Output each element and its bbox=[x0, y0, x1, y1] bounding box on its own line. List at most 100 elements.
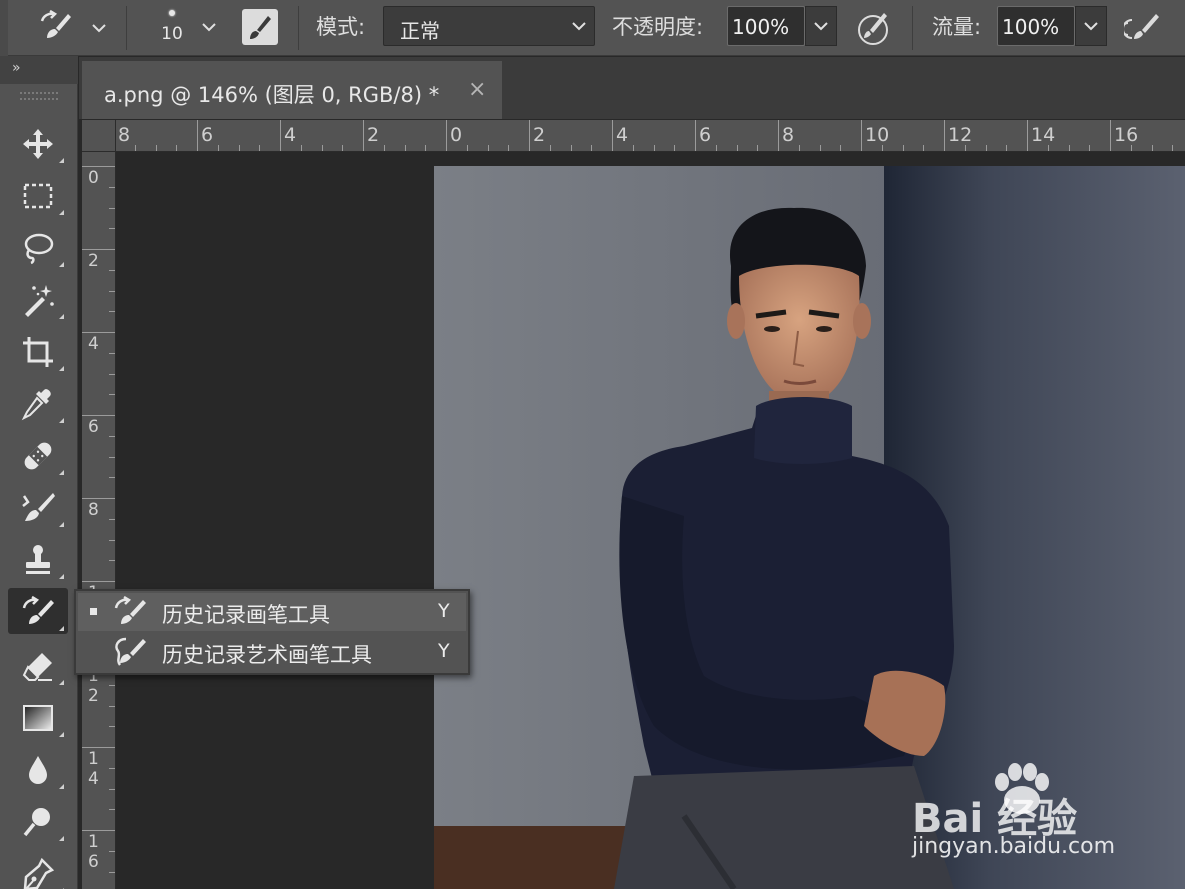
tools-panel-grip[interactable] bbox=[20, 92, 58, 100]
ruler-major-tick bbox=[82, 166, 115, 167]
ruler-minor-tick bbox=[425, 145, 427, 151]
opacity-value: 100% bbox=[732, 15, 790, 39]
submenu-indicator bbox=[59, 784, 64, 789]
submenu-indicator bbox=[59, 732, 64, 737]
pressure-opacity-button[interactable] bbox=[854, 8, 894, 48]
document-title: a.png @ 146% (图层 0, RGB/8) * bbox=[104, 83, 440, 107]
ruler-major-tick bbox=[82, 332, 115, 333]
flyout-item-art-history-brush[interactable]: 历史记录艺术画笔工具 Y bbox=[78, 633, 466, 671]
ruler-label: 1 4 bbox=[88, 749, 99, 789]
ruler-label: 6 bbox=[699, 124, 712, 146]
pen-tool[interactable] bbox=[8, 850, 68, 889]
flow-input[interactable]: 100% bbox=[997, 6, 1075, 46]
flyout-item-shortcut: Y bbox=[438, 600, 450, 622]
ruler-minor-tick bbox=[1006, 145, 1008, 151]
submenu-indicator bbox=[59, 574, 64, 579]
eraser-tool[interactable] bbox=[8, 642, 68, 688]
collapse-panel-button[interactable]: » bbox=[12, 60, 20, 76]
ruler-major-tick bbox=[446, 120, 447, 151]
ruler-major-tick bbox=[363, 120, 364, 151]
ruler-label: 14 bbox=[1031, 124, 1056, 146]
ruler-minor-tick bbox=[259, 145, 261, 151]
crop-tool[interactable] bbox=[8, 328, 68, 374]
pen-icon bbox=[23, 857, 55, 889]
eyedropper-tool[interactable] bbox=[8, 380, 68, 426]
lasso-icon bbox=[24, 233, 54, 265]
brush-preset-picker[interactable]: 10 bbox=[152, 4, 192, 54]
ruler-minor-tick bbox=[798, 145, 800, 151]
ruler-major-tick bbox=[529, 120, 530, 151]
ruler-major-tick bbox=[197, 120, 198, 151]
document-tab[interactable]: a.png @ 146% (图层 0, RGB/8) * × bbox=[82, 61, 502, 119]
ruler-minor-tick bbox=[109, 788, 115, 790]
close-icon[interactable]: × bbox=[468, 77, 486, 102]
options-bar-grip[interactable] bbox=[0, 0, 8, 56]
horizontal-ruler[interactable]: 8 6 4 2 0 2 4 6 8 10 12 14 16 bbox=[82, 120, 1185, 152]
ruler-label: 2 bbox=[533, 124, 546, 146]
ruler-minor-tick bbox=[176, 145, 178, 151]
move-tool[interactable] bbox=[8, 120, 68, 166]
ruler-minor-tick bbox=[109, 290, 115, 292]
submenu-indicator bbox=[59, 262, 64, 267]
vertical-ruler[interactable]: 024681 01 21 41 6 bbox=[82, 152, 116, 889]
marquee-tool[interactable] bbox=[8, 172, 68, 218]
healing-brush-tool[interactable] bbox=[8, 432, 68, 478]
submenu-indicator bbox=[59, 210, 64, 215]
opacity-input[interactable]: 100% bbox=[727, 6, 805, 46]
ruler-label: 2 bbox=[367, 124, 380, 146]
chevron-down-icon[interactable] bbox=[200, 18, 218, 36]
ruler-minor-tick bbox=[1172, 145, 1174, 151]
submenu-indicator bbox=[59, 366, 64, 371]
ruler-label: 4 bbox=[284, 124, 297, 146]
gradient-tool[interactable] bbox=[8, 694, 68, 740]
ruler-label: 8 bbox=[782, 124, 795, 146]
history-brush-tool[interactable] bbox=[8, 588, 68, 634]
tool-flyout-menu: 历史记录画笔工具 Y 历史记录艺术画笔工具 Y bbox=[74, 589, 470, 675]
flow-slider-toggle[interactable] bbox=[1075, 6, 1107, 46]
chevron-down-icon[interactable] bbox=[90, 19, 108, 37]
ruler-minor-tick bbox=[923, 145, 925, 151]
ruler-minor-tick bbox=[109, 560, 115, 562]
ruler-minor-tick bbox=[109, 435, 115, 437]
ruler-major-tick bbox=[944, 120, 945, 151]
tool-preset-picker[interactable] bbox=[32, 8, 88, 48]
ruler-minor-tick bbox=[109, 311, 115, 313]
ruler-major-tick bbox=[1027, 120, 1028, 151]
airbrush-button[interactable] bbox=[1121, 8, 1164, 48]
eraser-icon bbox=[22, 653, 52, 681]
ruler-label: 0 bbox=[88, 168, 99, 188]
chevron-down-icon bbox=[572, 22, 586, 31]
lasso-tool[interactable] bbox=[8, 224, 68, 270]
chevron-down-icon bbox=[1084, 22, 1098, 31]
brush-settings-panel-toggle[interactable] bbox=[242, 9, 278, 45]
opacity-slider-toggle[interactable] bbox=[805, 6, 837, 46]
ruler-origin[interactable] bbox=[82, 120, 116, 152]
ruler-minor-tick bbox=[757, 145, 759, 151]
ruler-major-tick bbox=[82, 747, 115, 748]
tools-panel: » bbox=[0, 56, 78, 889]
ruler-minor-tick bbox=[238, 145, 240, 151]
flyout-item-history-brush[interactable]: 历史记录画笔工具 Y bbox=[78, 593, 466, 631]
ruler-minor-tick bbox=[964, 145, 966, 151]
ruler-minor-tick bbox=[632, 145, 634, 151]
magic-wand-tool[interactable] bbox=[8, 276, 68, 322]
history-brush-icon bbox=[114, 596, 146, 624]
dodge-tool[interactable] bbox=[8, 798, 68, 844]
ruler-minor-tick bbox=[404, 145, 406, 151]
divider bbox=[912, 6, 913, 50]
ruler-minor-tick bbox=[487, 145, 489, 151]
ruler-major-tick bbox=[612, 120, 613, 151]
ruler-minor-tick bbox=[109, 518, 115, 520]
ruler-minor-tick bbox=[109, 539, 115, 541]
ruler-major-tick bbox=[861, 120, 862, 151]
gradient-icon bbox=[23, 705, 53, 731]
clone-stamp-tool[interactable] bbox=[8, 536, 68, 582]
brush-tool[interactable] bbox=[8, 484, 68, 530]
blur-tool[interactable] bbox=[8, 746, 68, 792]
submenu-indicator bbox=[59, 626, 64, 631]
ruler-minor-tick bbox=[985, 145, 987, 151]
submenu-indicator bbox=[59, 158, 64, 163]
blend-mode-select[interactable]: 正常 bbox=[383, 6, 595, 46]
ruler-minor-tick bbox=[109, 373, 115, 375]
ruler-minor-tick bbox=[840, 145, 842, 151]
